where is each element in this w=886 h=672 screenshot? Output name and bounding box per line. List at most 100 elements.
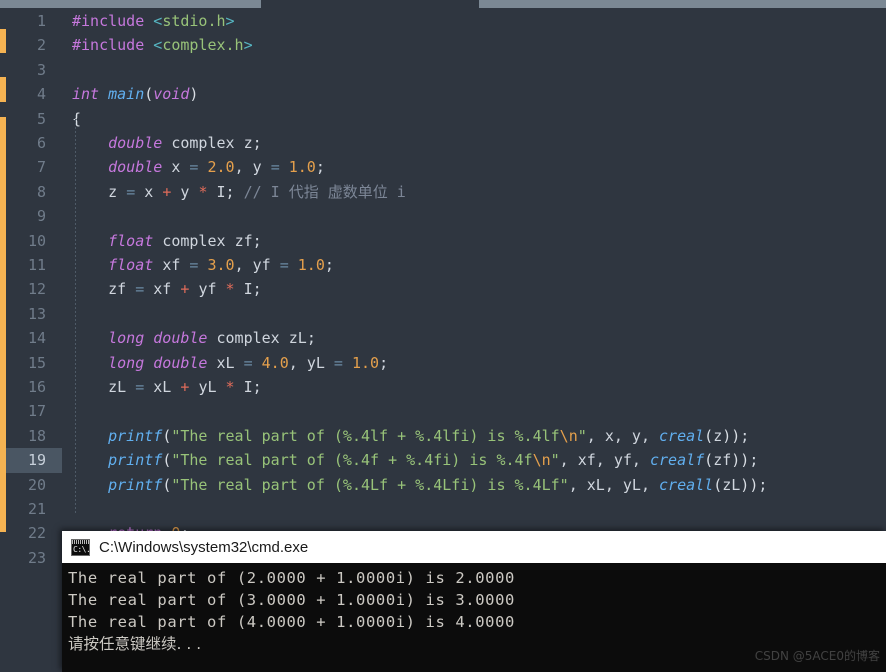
comma: , (586, 426, 605, 445)
keyword-double: double (108, 134, 163, 152)
operator-assign: = (333, 353, 343, 372)
operator-assign: = (135, 378, 145, 396)
cmd-exe-icon: C:\. (71, 538, 91, 556)
code-line[interactable]: double x = 2.0, y = 1.0; (72, 155, 325, 179)
var-yL: yL (198, 378, 217, 396)
code-line[interactable]: printf("The real part of (%.4Lf + %.4Lfi… (72, 473, 767, 497)
code-line[interactable]: zL = xL + yL * I; (72, 375, 262, 399)
semicolon: ; (758, 475, 768, 494)
code-line[interactable]: printf("The real part of (%.4lf + %.4lfi… (72, 424, 749, 448)
screenshot-root: 1 2 3 4 5 6 7 8 9 10 11 12 13 14 15 16 1… (0, 0, 886, 672)
line-number: 8 (36, 182, 46, 201)
code-line[interactable]: double complex z; (72, 131, 262, 155)
keyword-long: long (108, 353, 145, 372)
line-number: 11 (27, 256, 46, 274)
preprocessor-include: #include (72, 36, 145, 55)
line-number: 6 (36, 134, 46, 152)
code-line[interactable]: long double complex zL; (72, 326, 316, 350)
paren-open: ( (162, 475, 172, 494)
inline-comment: // I 代指 虚数单位 i (243, 182, 406, 201)
console-output-line: The real part of (3.0000 + 1.0000i) is 3… (68, 591, 515, 609)
angle-close-icon: > (243, 36, 253, 55)
gutter-change-marker (0, 117, 6, 532)
paren-open: ( (713, 475, 723, 494)
console-titlebar[interactable]: C:\. C:\Windows\system32\cmd.exe (62, 531, 886, 563)
escape-sequence: \n (559, 426, 578, 445)
var-zL: zL (108, 378, 127, 396)
line-number: 5 (36, 109, 46, 128)
code-line[interactable]: { (72, 107, 81, 131)
horizontal-scrollbar[interactable] (0, 0, 886, 9)
code-line[interactable]: float complex zf; (72, 229, 262, 253)
comma: , (559, 451, 578, 470)
paren-open: ( (704, 451, 714, 470)
paren-open: ( (162, 451, 172, 470)
operator-assign: = (126, 182, 136, 201)
operator-assign: = (135, 280, 145, 299)
function-main: main (108, 85, 145, 104)
header-name: stdio.h (162, 12, 226, 30)
comma: , (595, 451, 614, 470)
comma: , (568, 475, 587, 494)
keyword-double: double (153, 353, 208, 372)
var-yf: yf (198, 280, 217, 299)
line-number: 23 (27, 548, 46, 567)
semicolon: ; (749, 451, 759, 470)
keyword-void: void (153, 85, 190, 104)
code-line[interactable]: int main(void) (72, 82, 198, 106)
brace-open: { (72, 109, 82, 128)
indent-guide (75, 115, 76, 515)
code-line[interactable]: long double xL = 4.0, yL = 1.0; (72, 351, 388, 375)
scrollbar-thumb[interactable] (0, 0, 261, 8)
operator-plus: + (162, 182, 172, 201)
code-line[interactable]: z = x + y * I; // I 代指 虚数单位 i (72, 180, 406, 204)
var-z: z (713, 426, 723, 445)
comma: , (640, 475, 660, 494)
comma: , (604, 475, 623, 494)
var-xf: xf (162, 256, 181, 274)
code-line-current[interactable]: printf("The real part of (%.4f + %.4fi) … (72, 448, 758, 472)
code-line[interactable]: #include <complex.h> (72, 33, 253, 57)
scrollbar-track-right[interactable] (479, 0, 886, 8)
semicolon: ; (252, 378, 262, 396)
code-line[interactable]: #include <stdio.h> (72, 9, 235, 33)
code-line[interactable]: float xf = 3.0, yf = 1.0; (72, 253, 334, 277)
paren-close: ) (722, 426, 732, 445)
line-number: 4 (36, 85, 46, 104)
code-line[interactable]: zf = xf + yf * I; (72, 277, 262, 301)
comma: , (631, 451, 650, 470)
line-number: 9 (36, 207, 46, 226)
console-window-title: C:\Windows\system32\cmd.exe (99, 538, 309, 556)
line-number: 12 (27, 280, 46, 299)
var-yL: yL (306, 353, 325, 372)
comma: , (234, 256, 253, 274)
comma: , (613, 426, 632, 445)
line-number: 15 (27, 353, 46, 372)
semicolon: ; (306, 329, 316, 348)
var-x: x (604, 426, 614, 445)
var-zL: zL (288, 329, 307, 348)
var-xf: xf (577, 451, 596, 470)
